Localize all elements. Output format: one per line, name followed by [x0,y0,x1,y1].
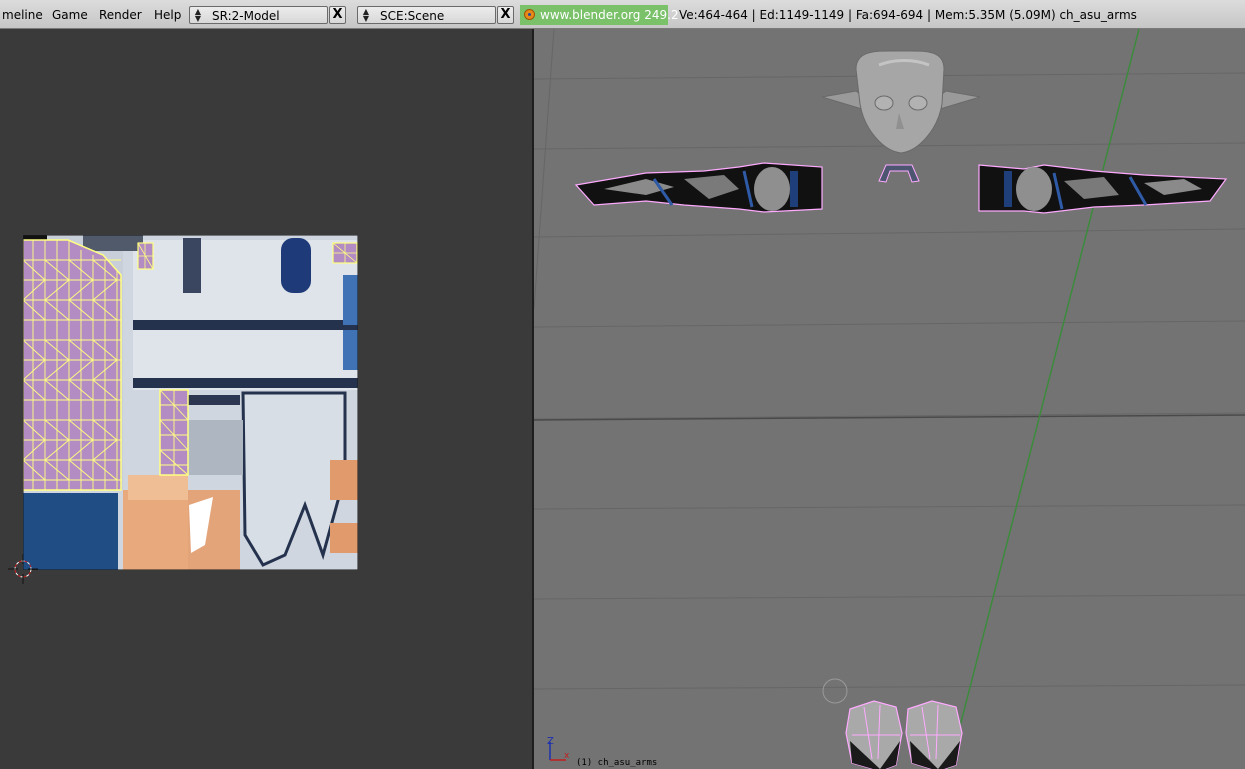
version-text: www.blender.org 249.2 [540,8,679,22]
left-arm-mesh [574,162,823,213]
up-down-arrows-icon[interactable]: ▲ ▼ [191,8,205,23]
uv-texture-image[interactable] [23,235,358,570]
active-object-label: (1) ch_asu_arms [576,758,658,768]
scene-stats: Ve:464-464 | Ed:1149-1149 | Fa:694-694 |… [679,8,1137,22]
boots-mesh [845,700,963,769]
3d-viewport[interactable]: Z x (1) ch_asu_arms [534,29,1245,769]
axis-z-label: Z [547,736,554,747]
uv-image-editor[interactable] [0,29,532,769]
menu-render[interactable]: Render [99,8,142,22]
screen-name[interactable]: SR:2-Model [212,9,280,23]
3d-cursor-icon[interactable] [8,554,38,584]
head-mesh [821,50,981,154]
axis-x-label: x [564,751,570,761]
scene-name[interactable]: SCE:Scene [380,9,444,23]
right-arm-mesh [978,164,1228,214]
up-down-arrows-icon[interactable]: ▲ ▼ [359,8,373,23]
version-badge[interactable]: www.blender.org 249.2 [520,5,679,25]
info-header: meline Game Render Help ▲ ▼ SR:2-Model X … [0,0,1245,29]
delete-scene-button[interactable]: X [497,6,514,24]
menu-timeline[interactable]: meline [2,8,43,22]
viewport-scene[interactable] [534,29,1245,769]
scene-selector[interactable]: ▲ ▼ SCE:Scene [357,6,496,24]
blender-logo-icon [524,9,535,20]
delete-screen-button[interactable]: X [329,6,346,24]
screen-selector[interactable]: ▲ ▼ SR:2-Model [189,6,328,24]
menu-help[interactable]: Help [154,8,181,22]
menu-game[interactable]: Game [52,8,88,22]
